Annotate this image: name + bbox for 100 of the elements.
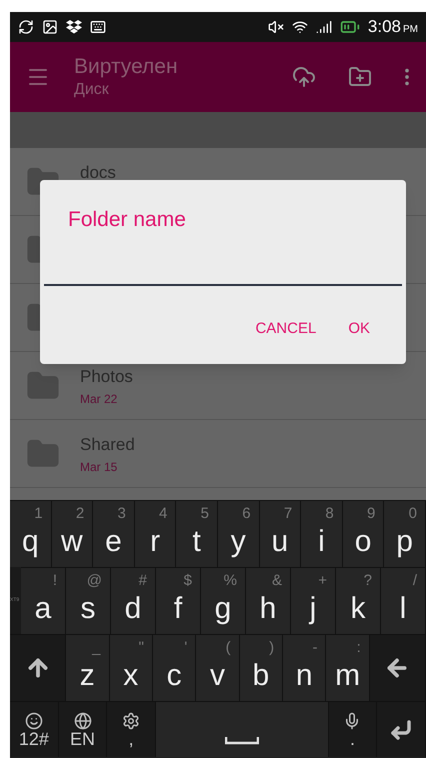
key-letter: h: [260, 594, 276, 624]
letter-key[interactable]: - n: [283, 634, 326, 701]
letter-key[interactable]: " x: [110, 634, 153, 701]
file-date: Mar 15: [80, 458, 118, 476]
letter-key[interactable]: : m: [326, 634, 370, 701]
emoji-key[interactable]: 12#: [10, 701, 59, 757]
box-pattern-icon: [66, 20, 82, 34]
key-hint: +: [318, 571, 327, 591]
letter-key[interactable]: 2 w: [52, 500, 94, 567]
mute-icon: [268, 19, 284, 35]
letter-key[interactable]: ( v: [196, 634, 240, 701]
key-letter: n: [296, 661, 313, 691]
key-hint: 9: [367, 504, 376, 524]
key-letter: v: [210, 661, 225, 691]
dialog-title: Folder name: [68, 207, 187, 233]
shift-key[interactable]: [10, 634, 66, 701]
app-title: Виртуелен: [74, 54, 178, 80]
key-hint: 0: [408, 504, 417, 524]
space-bar-icon: [224, 737, 259, 745]
key-letter: t: [192, 527, 201, 557]
key-letter: u: [272, 527, 288, 557]
key-letter: q: [22, 527, 39, 557]
key-letter: z: [80, 661, 95, 691]
file-name: Shared: [80, 434, 135, 456]
key-label: EN: [70, 730, 96, 748]
letter-key[interactable]: 5 t: [176, 500, 218, 567]
file-name: Photos: [80, 366, 133, 388]
letter-key[interactable]: 9 o: [342, 500, 384, 567]
letter-key[interactable]: ! a: [21, 567, 66, 634]
letter-key[interactable]: / l: [381, 567, 426, 634]
key-label: ,: [128, 730, 134, 748]
key-hint: $: [184, 571, 192, 591]
key-hint: ': [184, 638, 188, 658]
key-hint: @: [86, 571, 102, 591]
key-letter: y: [230, 527, 246, 557]
app-subtitle: Диск: [74, 80, 110, 100]
key-hint: /: [412, 571, 417, 591]
new-folder-icon[interactable]: [348, 65, 372, 89]
key-letter: b: [252, 661, 270, 691]
key-letter: m: [335, 661, 360, 691]
keyboard-icon: [90, 19, 106, 35]
key-hint: %: [224, 571, 237, 591]
letter-key[interactable]: % g: [201, 567, 246, 634]
cloud-upload-icon[interactable]: [292, 65, 316, 89]
mic-key[interactable]: .: [328, 701, 378, 757]
letter-key[interactable]: $ f: [156, 567, 201, 634]
key-hint: 3: [117, 504, 126, 524]
settings-icon: [122, 712, 140, 730]
key-hint: 8: [325, 504, 334, 524]
key-letter: w: [61, 527, 83, 557]
letter-key[interactable]: ) b: [240, 634, 284, 701]
smiley-icon: [24, 712, 43, 730]
key-letter: d: [124, 594, 142, 624]
letter-key[interactable]: 7 u: [260, 500, 302, 567]
sync-icon: [18, 19, 34, 35]
dialog-button[interactable]: OK: [336, 318, 382, 340]
letter-key[interactable]: 3 e: [93, 500, 135, 567]
enter-key[interactable]: [377, 701, 426, 757]
key-hint: -: [312, 638, 318, 658]
globe-key[interactable]: EN: [58, 701, 108, 757]
dialog-button[interactable]: CANCEL: [243, 318, 328, 340]
letter-key[interactable]: @ s: [66, 567, 111, 634]
backspace-key[interactable]: [370, 634, 426, 701]
key-letter: a: [34, 594, 52, 624]
letter-key[interactable]: 6 y: [218, 500, 260, 567]
file-name: docs: [80, 162, 116, 184]
enter-icon: [389, 718, 414, 742]
letter-key[interactable]: 0 p: [384, 500, 426, 567]
key-hint: (: [226, 638, 231, 658]
key-letter: e: [105, 527, 122, 557]
key-hint: 1: [34, 504, 43, 524]
letter-key[interactable]: + j: [291, 567, 336, 634]
key-letter: o: [354, 527, 372, 557]
key-hint: ?: [364, 571, 372, 591]
key-letter: c: [166, 661, 182, 691]
wifi-icon: [292, 19, 308, 35]
signal-icon: [316, 19, 332, 35]
key-hint: 4: [159, 504, 168, 524]
key-hint: 7: [284, 504, 292, 524]
file-date: Mar 22: [80, 390, 118, 408]
key-letter: k: [350, 594, 366, 624]
letter-key[interactable]: 4 r: [134, 500, 176, 567]
key-letter: l: [400, 594, 406, 624]
key-hint: 6: [242, 504, 251, 524]
letter-key[interactable]: ' c: [152, 634, 196, 701]
image-icon: [42, 19, 58, 35]
letter-key[interactable]: 1 q: [10, 500, 52, 567]
settings-key[interactable]: ,: [107, 701, 156, 757]
letter-key[interactable]: 8 i: [301, 500, 343, 567]
key-letter: j: [310, 594, 316, 624]
key-letter: i: [318, 527, 325, 557]
key-letter: p: [396, 527, 413, 557]
letter-key[interactable]: ? k: [336, 567, 381, 634]
key-hint: 5: [200, 504, 209, 524]
letter-key[interactable]: & h: [246, 567, 291, 634]
key-letter: g: [214, 594, 232, 624]
key-hint: 2: [76, 504, 84, 524]
key-hint: _: [92, 638, 100, 658]
letter-key[interactable]: _ z: [66, 634, 110, 701]
letter-key[interactable]: # d: [111, 567, 156, 634]
